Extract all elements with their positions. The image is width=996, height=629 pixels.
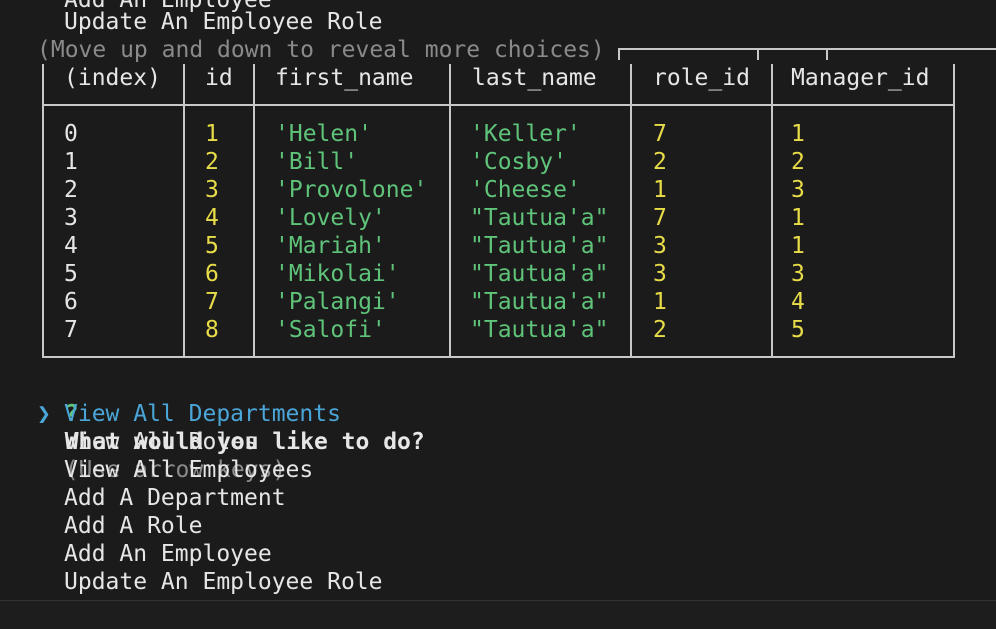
cell-first-name: 'Mariah' (275, 233, 386, 259)
table-col-border (953, 64, 955, 358)
cell-first-name: 'Bill' (275, 149, 359, 175)
previous-choice-update-role: Update An Employee Role (64, 9, 383, 35)
cell-last-name: "Tautua'a" (470, 205, 609, 231)
cell-last-name: "Tautua'a" (470, 233, 609, 259)
table-col-border (771, 64, 773, 358)
menu-item-add-role[interactable]: Add A Role (64, 512, 202, 540)
cell-last-name: "Tautua'a" (470, 261, 609, 287)
cell-first-name: 'Lovely' (275, 205, 386, 231)
table-col-border (449, 64, 451, 358)
table-col-border (42, 64, 44, 358)
cell-id: 1 (205, 121, 219, 147)
cell-manager-id: 4 (791, 289, 805, 315)
cell-last-name: "Tautua'a" (470, 289, 609, 315)
table-bottom-border (42, 356, 955, 358)
cell-index: 3 (64, 205, 78, 231)
cell-index: 5 (64, 261, 78, 287)
cell-id: 7 (205, 289, 219, 315)
cell-index: 2 (64, 177, 78, 203)
cell-manager-id: 2 (791, 149, 805, 175)
cell-id: 2 (205, 149, 219, 175)
cell-manager-id: 5 (791, 317, 805, 343)
menu-item-add-employee[interactable]: Add An Employee (64, 540, 272, 568)
cell-manager-id: 3 (791, 177, 805, 203)
header-id: id (205, 65, 233, 91)
cell-manager-id: 1 (791, 233, 805, 259)
menu-item-view-all-departments[interactable]: View All Departments (64, 400, 341, 428)
cell-index: 6 (64, 289, 78, 315)
table-border-tick (757, 48, 759, 60)
menu-item-view-all-employees[interactable]: View All Employees (64, 456, 313, 484)
header-role-id: role_id (653, 65, 750, 91)
header-index: (index) (64, 65, 161, 91)
cell-manager-id: 3 (791, 261, 805, 287)
cell-first-name: 'Mikolai' (275, 261, 400, 287)
scroll-hint: (Move up and down to reveal more choices… (37, 37, 605, 63)
cell-id: 5 (205, 233, 219, 259)
table-col-border (630, 64, 632, 358)
table-header-separator (42, 104, 955, 106)
table-border-tick (826, 48, 828, 60)
cell-id: 4 (205, 205, 219, 231)
cell-first-name: 'Salofi' (275, 317, 386, 343)
cell-index: 7 (64, 317, 78, 343)
cell-id: 3 (205, 177, 219, 203)
cell-id: 6 (205, 261, 219, 287)
cell-manager-id: 1 (791, 205, 805, 231)
cell-index: 0 (64, 121, 78, 147)
menu-item-update-employee-role[interactable]: Update An Employee Role (64, 568, 383, 596)
cell-role-id: 3 (653, 233, 667, 259)
cell-last-name: "Tautua'a" (470, 317, 609, 343)
cell-last-name: 'Cosby' (470, 149, 567, 175)
cell-manager-id: 1 (791, 121, 805, 147)
table-border-tick (618, 48, 620, 60)
cell-id: 8 (205, 317, 219, 343)
menu-item-add-department[interactable]: Add A Department (64, 484, 286, 512)
cell-first-name: 'Provolone' (275, 177, 428, 203)
cell-first-name: 'Palangi' (275, 289, 400, 315)
menu-pointer-icon: ❯ (37, 401, 51, 427)
cell-role-id: 1 (653, 289, 667, 315)
terminal-bottom-bar (0, 600, 996, 629)
header-manager-id: Manager_id (791, 65, 930, 91)
cell-last-name: 'Cheese' (470, 177, 581, 203)
cell-role-id: 2 (653, 317, 667, 343)
table-top-border (618, 48, 996, 50)
cell-index: 4 (64, 233, 78, 259)
header-last-name: last_name (472, 65, 597, 91)
menu-item-view-all-roles[interactable]: View All Roles (64, 428, 258, 456)
cell-role-id: 7 (653, 121, 667, 147)
cell-role-id: 2 (653, 149, 667, 175)
cell-role-id: 1 (653, 177, 667, 203)
header-first-name: first_name (275, 65, 414, 91)
cell-role-id: 3 (653, 261, 667, 287)
cell-last-name: 'Keller' (470, 121, 581, 147)
cell-role-id: 7 (653, 205, 667, 231)
table-col-border (253, 64, 255, 358)
table-col-border (183, 64, 185, 358)
cell-first-name: 'Helen' (275, 121, 372, 147)
cell-index: 1 (64, 149, 78, 175)
